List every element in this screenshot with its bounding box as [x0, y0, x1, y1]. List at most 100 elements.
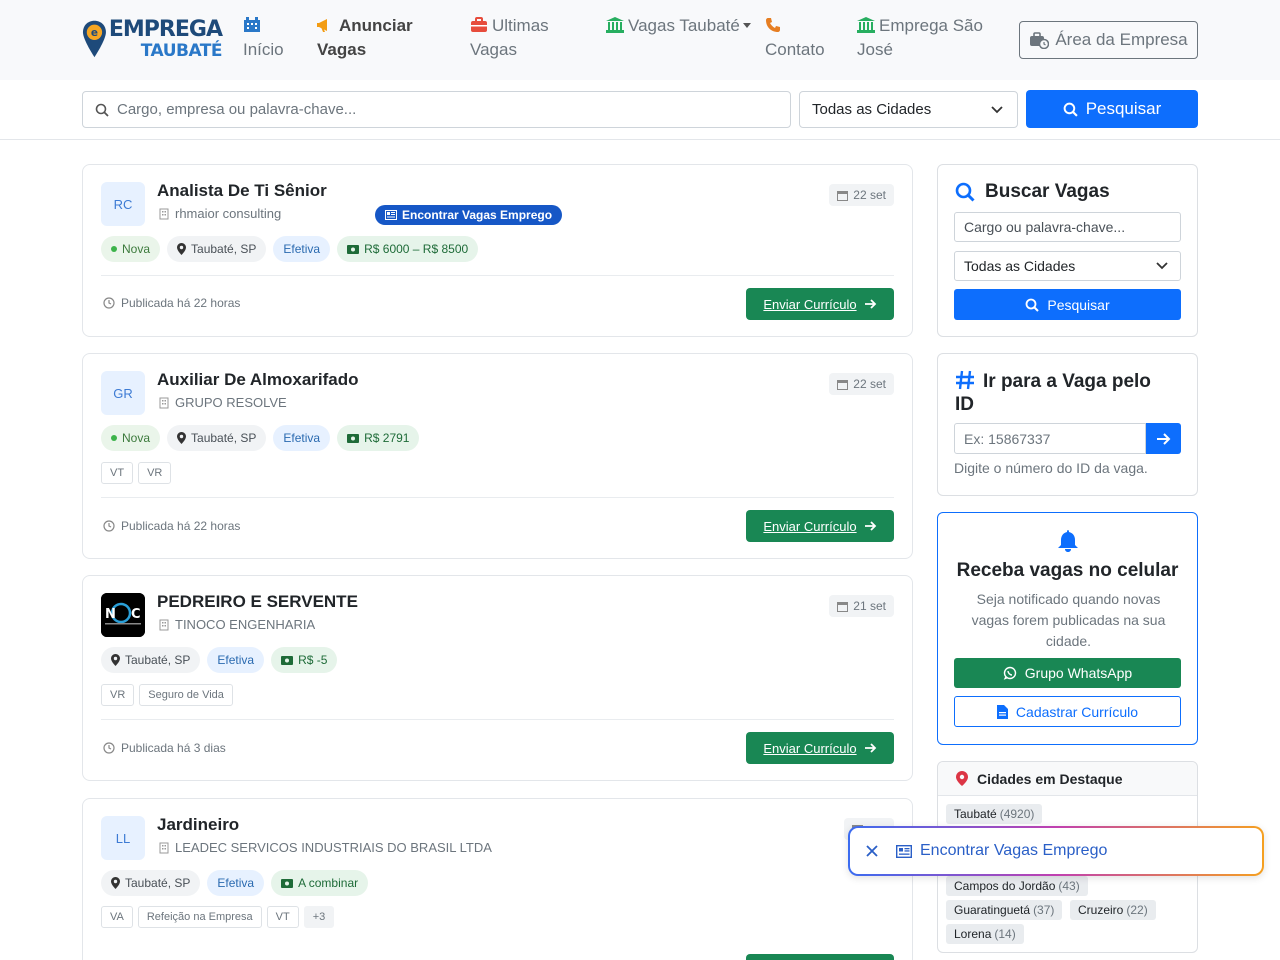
city-select[interactable]: Todas as Cidades: [799, 91, 1018, 128]
nav-anunciar-vagas[interactable]: Anunciar Vagas: [317, 14, 413, 62]
svg-text:N: N: [105, 607, 116, 622]
search-placeholder: Cargo, empresa ou palavra-chave...: [117, 101, 357, 118]
company-name: TINOCO ENGENHARIA: [159, 617, 315, 632]
city-chip-cruzeiro[interactable]: Cruzeiro (22): [1070, 900, 1156, 920]
new-badge: Nova: [101, 236, 161, 262]
send-resume-button[interactable]: Enviar Currículo: [746, 732, 894, 764]
vaga-id-help: Digite o número do ID da vaga.: [954, 460, 1148, 476]
whatsapp-group-button[interactable]: Grupo WhatsApp: [954, 658, 1181, 688]
floating-label: Encontrar Vagas Emprego: [920, 842, 1108, 859]
city-name: Taubaté: [954, 807, 997, 821]
city-chip-campos-do-jordao[interactable]: Campos do Jordão (43): [946, 876, 1088, 896]
close-icon[interactable]: [864, 843, 880, 859]
area-empresa-button[interactable]: Área da Empresa: [1019, 21, 1198, 59]
location-badge: Taubaté, SP: [101, 647, 201, 673]
send-resume-button[interactable]: [746, 954, 894, 960]
file-icon: [996, 704, 1008, 719]
encontrar-vagas-pill[interactable]: Encontrar Vagas Emprego: [375, 205, 563, 225]
job-card[interactable]: RC Analista De Ti Sênior rhmaior consult…: [82, 164, 913, 337]
company-label: rhmaior consulting: [175, 206, 282, 221]
more-tags-badge[interactable]: +3: [303, 906, 335, 928]
search-input[interactable]: Cargo, empresa ou palavra-chave...: [82, 91, 791, 128]
salary-label: A combinar: [298, 876, 359, 890]
cities-header: Cidades em Destaque: [938, 762, 1197, 796]
sidebar-keyword-placeholder: Cargo ou palavra-chave...: [964, 219, 1126, 235]
vaga-id-go-button[interactable]: [1146, 423, 1181, 454]
benefit-tags: VT VR: [101, 462, 172, 484]
calendar-icon: [837, 601, 849, 612]
city-name: Lorena: [954, 927, 992, 941]
cadastrar-curriculo-button[interactable]: Cadastrar Currículo: [954, 696, 1181, 727]
job-pills: Nova Taubaté, SP Efetiva R$ 2791: [101, 425, 420, 451]
logo-pin-icon: e: [82, 20, 106, 58]
job-title[interactable]: Jardineiro: [157, 815, 239, 835]
card-divider: [101, 719, 894, 720]
nav-sjc-label-2: José: [857, 40, 893, 59]
city-count: (43): [1058, 879, 1080, 893]
sidebar-id-title-line2: ID: [955, 394, 974, 415]
nav-emprega-sao-jose[interactable]: Emprega São José: [857, 14, 983, 62]
location-label: Taubaté, SP: [191, 242, 257, 256]
contract-type-badge: Efetiva: [207, 647, 265, 673]
job-card[interactable]: GR Auxiliar De Almoxarifado GRUPO RESOLV…: [82, 353, 913, 559]
map-pin-icon: [177, 243, 187, 255]
location-label: Taubaté, SP: [191, 431, 257, 445]
contract-type-badge: Efetiva: [273, 425, 331, 451]
map-marker-icon: [956, 771, 968, 786]
job-pills: Taubaté, SP Efetiva A combinar: [101, 870, 369, 896]
sidebar-keyword-input[interactable]: Cargo ou palavra-chave...: [954, 212, 1181, 242]
company-logo: N C: [101, 593, 145, 637]
new-badge: Nova: [101, 425, 161, 451]
calendar-icon: [837, 379, 849, 390]
location-badge: Taubaté, SP: [167, 425, 267, 451]
nav-contato[interactable]: Contato: [765, 14, 825, 62]
nav-contato-label: Contato: [765, 40, 825, 59]
nav-ultimas-vagas[interactable]: Ultimas Vagas: [470, 14, 549, 62]
hashtag-icon: [956, 370, 974, 390]
job-title[interactable]: Analista De Ti Sênior: [157, 181, 327, 201]
job-card[interactable]: LL Jardineiro LEADEC SERVICOS INDUSTRIAI…: [82, 798, 913, 960]
salary-label: R$ 6000 – R$ 8500: [364, 242, 469, 256]
business-time-icon: [1030, 32, 1050, 49]
date-label: 21 set: [853, 599, 886, 613]
nav-inicio[interactable]: Início: [243, 14, 284, 62]
benefit-tag: Seguro de Vida: [139, 684, 233, 706]
city-chip-lorena[interactable]: Lorena (14): [946, 924, 1024, 944]
money-icon: [347, 244, 360, 254]
location-badge: Taubaté, SP: [167, 236, 267, 262]
newspaper-icon: [385, 210, 397, 220]
search-button[interactable]: Pesquisar: [1026, 90, 1198, 128]
company-label: LEADEC SERVICOS INDUSTRIAIS DO BRASIL LT…: [175, 840, 492, 855]
calendar-icon: [837, 190, 849, 201]
published-label: Publicada há 22 horas: [121, 519, 241, 533]
logo-text-line1: EMPREGA: [108, 16, 223, 42]
sidebar-city-select[interactable]: Todas as Cidades: [954, 251, 1181, 281]
company-avatar: RC: [101, 182, 145, 226]
company-label: GRUPO RESOLVE: [175, 395, 287, 410]
benefit-tags: VR Seguro de Vida: [101, 684, 233, 706]
nav-vagas-taubate-label: Vagas Taubaté: [628, 16, 740, 35]
city-count: (37): [1033, 903, 1055, 917]
city-chip-guaratingueta[interactable]: Guaratinguetá (37): [946, 900, 1063, 920]
sidebar-search-button[interactable]: Pesquisar: [954, 289, 1181, 320]
send-resume-button[interactable]: Enviar Currículo: [746, 288, 894, 320]
job-card[interactable]: N C PEDREIRO E SERVENTE TINOCO ENGENHARI…: [82, 575, 913, 781]
company-name: LEADEC SERVICOS INDUSTRIAIS DO BRASIL LT…: [159, 840, 492, 855]
date-label: 22 set: [853, 377, 886, 391]
city-select-value: Todas as Cidades: [812, 101, 932, 118]
site-logo[interactable]: e EMPREGA TAUBATÉ: [82, 16, 223, 62]
floating-encontrar-vagas-link[interactable]: Encontrar Vagas Emprego: [896, 842, 1107, 860]
job-title[interactable]: PEDREIRO E SERVENTE: [157, 592, 358, 612]
chevron-down-icon: [1156, 262, 1168, 270]
job-pills: Nova Taubaté, SP Efetiva R$ 6000 – R$ 85…: [101, 236, 479, 262]
job-title[interactable]: Auxiliar De Almoxarifado: [157, 370, 359, 390]
svg-text:e: e: [91, 27, 98, 39]
city-count: (22): [1126, 903, 1148, 917]
benefit-tags: VA Refeição na Empresa VT +3: [101, 906, 335, 928]
send-resume-button[interactable]: Enviar Currículo: [746, 510, 894, 542]
caret-down-icon: [742, 23, 751, 28]
vaga-id-input[interactable]: Ex: 15867337: [954, 423, 1146, 454]
nav-vagas-taubate-dropdown[interactable]: Vagas Taubaté: [606, 14, 751, 38]
city-chip-taubate[interactable]: Taubaté (4920): [946, 804, 1043, 824]
phone-icon: [766, 18, 780, 32]
